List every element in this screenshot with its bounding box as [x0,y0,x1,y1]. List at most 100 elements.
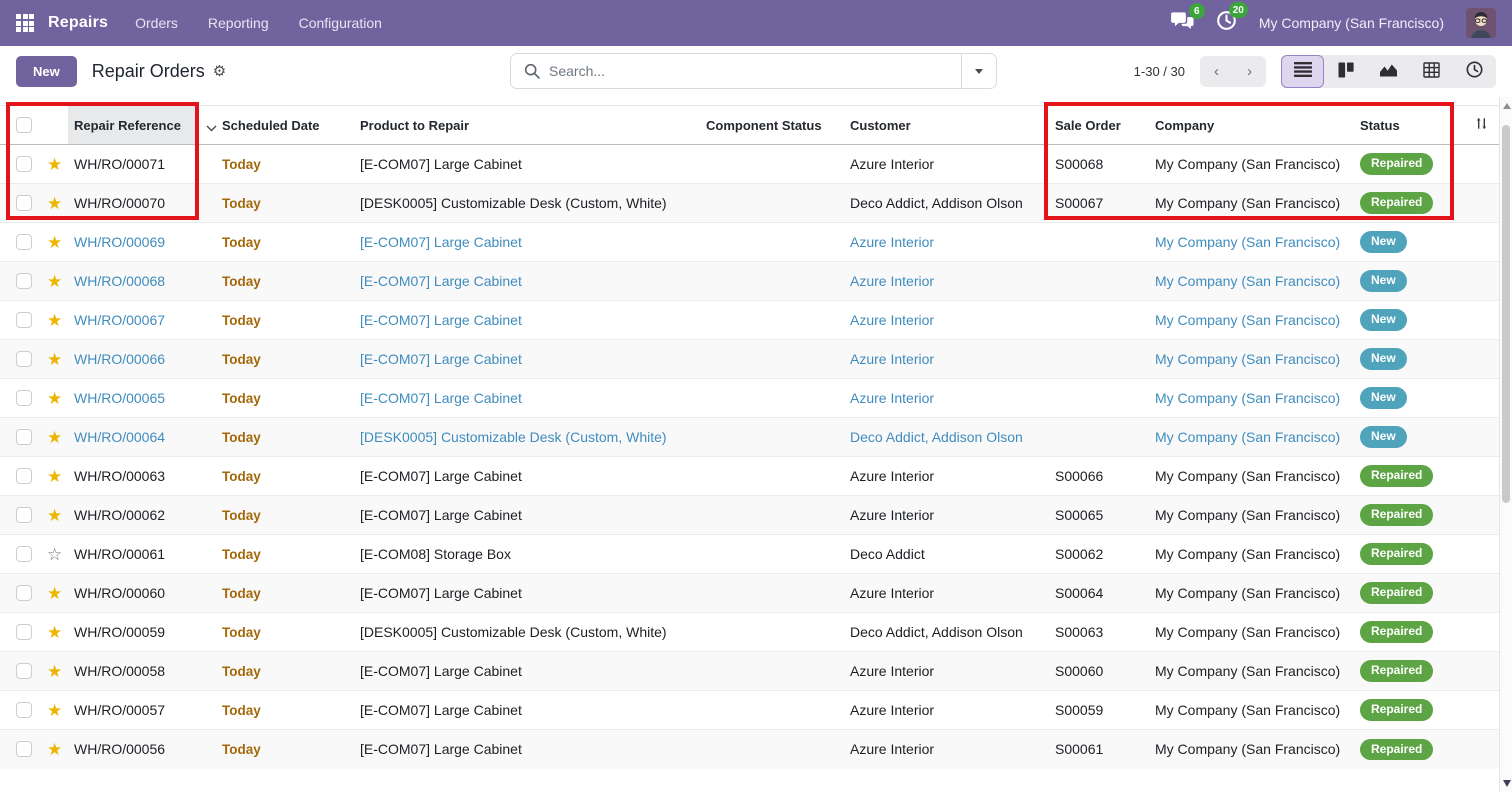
control-panel: New Repair Orders ⚙ 1-30 / 30 ‹ › [0,46,1512,96]
row-checkbox[interactable] [16,351,32,367]
row-checkbox[interactable] [16,429,32,445]
pager-next-button[interactable]: › [1233,56,1266,87]
select-all-checkbox[interactable] [16,117,32,133]
vertical-scrollbar [1499,97,1512,792]
activity-view-icon [1466,61,1483,81]
column-header-scheduled-date[interactable]: Scheduled Date [198,106,360,145]
table-row[interactable]: ★ WH/RO/00065 Today [E-COM07] Large Cabi… [0,379,1500,418]
row-checkbox[interactable] [16,156,32,172]
table-row[interactable]: ★ WH/RO/00063 Today [E-COM07] Large Cabi… [0,457,1500,496]
kanban-view-button[interactable] [1324,55,1367,88]
status-badge: Repaired [1360,699,1433,720]
customer-cell: Azure Interior [847,691,1050,730]
table-row[interactable]: ★ WH/RO/00056 Today [E-COM07] Large Cabi… [0,730,1500,769]
column-header-company[interactable]: Company [1155,106,1358,145]
star-icon[interactable]: ★ [44,467,62,486]
table-row[interactable]: ★ WH/RO/00066 Today [E-COM07] Large Cabi… [0,340,1500,379]
row-checkbox[interactable] [16,507,32,523]
star-icon[interactable]: ★ [44,701,62,720]
row-checkbox[interactable] [16,663,32,679]
table-row[interactable]: ★ WH/RO/00062 Today [E-COM07] Large Cabi… [0,496,1500,535]
customer-cell: Azure Interior [847,301,1050,340]
search-input[interactable] [549,63,961,79]
column-header-customer[interactable]: Customer [847,106,1050,145]
optional-columns-icon[interactable] [1474,119,1489,134]
table-row[interactable]: ★ WH/RO/00067 Today [E-COM07] Large Cabi… [0,301,1500,340]
menu-item-orders[interactable]: Orders [122,9,191,37]
product-cell: [E-COM07] Large Cabinet [360,691,706,730]
menu-item-reporting[interactable]: Reporting [195,9,282,37]
scrollbar-thumb[interactable] [1502,125,1510,503]
column-header-product[interactable]: Product to Repair [360,106,706,145]
row-checkbox[interactable] [16,312,32,328]
column-header-component-status[interactable]: Component Status [706,106,847,145]
star-icon[interactable]: ★ [44,662,62,681]
activity-view-button[interactable] [1453,55,1496,88]
star-icon[interactable]: ★ [44,233,62,252]
row-checkbox[interactable] [16,741,32,757]
table-row[interactable]: ★ WH/RO/00069 Today [E-COM07] Large Cabi… [0,223,1500,262]
star-icon[interactable]: ★ [44,194,62,213]
user-avatar[interactable] [1466,8,1496,38]
status-badge: Repaired [1360,582,1433,603]
table-row[interactable]: ☆ WH/RO/00061 Today [E-COM08] Storage Bo… [0,535,1500,574]
row-checkbox[interactable] [16,273,32,289]
scrollbar-up-arrow[interactable] [1503,103,1511,109]
table-row[interactable]: ★ WH/RO/00060 Today [E-COM07] Large Cabi… [0,574,1500,613]
menu-item-configuration[interactable]: Configuration [286,9,395,37]
table-row[interactable]: ★ WH/RO/00064 Today [DESK0005] Customiza… [0,418,1500,457]
table-row[interactable]: ★ WH/RO/00058 Today [E-COM07] Large Cabi… [0,652,1500,691]
row-checkbox[interactable] [16,390,32,406]
apps-grid-icon[interactable] [16,14,34,32]
star-icon[interactable]: ★ [44,350,62,369]
scrollbar-down-arrow[interactable] [1503,780,1511,787]
app-title[interactable]: Repairs [48,14,108,32]
company-cell: My Company (San Francisco) [1155,730,1358,769]
pager-previous-button[interactable]: ‹ [1200,56,1233,87]
repair-reference-cell: WH/RO/00069 [68,223,198,262]
star-icon[interactable]: ★ [44,740,62,759]
star-icon[interactable]: ★ [44,623,62,642]
activities-button[interactable]: 20 [1216,10,1237,36]
table-row[interactable]: ★ WH/RO/00071 Today [E-COM07] Large Cabi… [0,145,1500,184]
messages-button[interactable]: 6 [1171,11,1194,35]
company-switcher[interactable]: My Company (San Francisco) [1259,15,1444,31]
star-icon[interactable]: ★ [44,272,62,291]
row-checkbox[interactable] [16,624,32,640]
component-status-cell [706,184,847,223]
star-icon[interactable]: ☆ [44,545,62,564]
table-row[interactable]: ★ WH/RO/00057 Today [E-COM07] Large Cabi… [0,691,1500,730]
column-header-status[interactable]: Status [1358,106,1458,145]
graph-view-button[interactable] [1367,55,1410,88]
company-cell: My Company (San Francisco) [1155,535,1358,574]
star-icon[interactable]: ★ [44,584,62,603]
gear-icon[interactable]: ⚙ [213,62,226,80]
table-row[interactable]: ★ WH/RO/00059 Today [DESK0005] Customiza… [0,613,1500,652]
star-icon[interactable]: ★ [44,506,62,525]
scheduled-date-cell: Today [198,184,360,223]
repair-reference-cell: WH/RO/00056 [68,730,198,769]
star-icon[interactable]: ★ [44,389,62,408]
star-icon[interactable]: ★ [44,311,62,330]
pivot-view-button[interactable] [1410,55,1453,88]
star-icon[interactable]: ★ [44,155,62,174]
search-options-toggle[interactable] [961,54,996,88]
row-checkbox[interactable] [16,195,32,211]
table-row[interactable]: ★ WH/RO/00068 Today [E-COM07] Large Cabi… [0,262,1500,301]
row-checkbox[interactable] [16,702,32,718]
column-header-sale-order[interactable]: Sale Order [1050,106,1155,145]
graph-view-icon [1379,62,1398,80]
star-icon[interactable]: ★ [44,428,62,447]
status-badge: New [1360,309,1407,330]
row-checkbox[interactable] [16,546,32,562]
repair-reference-cell: WH/RO/00071 [68,145,198,184]
row-checkbox[interactable] [16,468,32,484]
row-checkbox[interactable] [16,234,32,250]
company-cell: My Company (San Francisco) [1155,301,1358,340]
column-header-repair-reference[interactable]: Repair Reference [68,106,198,145]
scheduled-date-cell: Today [198,613,360,652]
new-button[interactable]: New [16,56,77,87]
row-checkbox[interactable] [16,585,32,601]
table-row[interactable]: ★ WH/RO/00070 Today [DESK0005] Customiza… [0,184,1500,223]
list-view-button[interactable] [1281,55,1324,88]
